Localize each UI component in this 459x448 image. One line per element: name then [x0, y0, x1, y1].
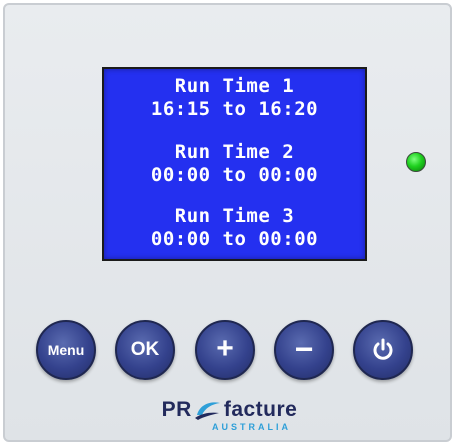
swoosh-icon [194, 401, 220, 420]
run-time-3-block: Run Time 3 00:00 to 00:00 [104, 205, 365, 251]
brand-logo: PR facture AUSTRALIA [0, 398, 459, 432]
menu-button[interactable]: Menu [36, 320, 96, 380]
plus-button-label: + [216, 332, 234, 365]
logo-prefix: PR [161, 398, 192, 421]
lcd-screen: Run Time 1 16:15 to 16:20 Run Time 2 00:… [102, 67, 367, 261]
run-time-2-range: 00:00 to 00:00 [150, 164, 319, 186]
plus-button[interactable]: + [195, 320, 255, 380]
run-time-2-block: Run Time 2 00:00 to 00:00 [104, 141, 365, 187]
menu-button-label: Menu [47, 342, 85, 358]
minus-button-label: − [294, 330, 314, 367]
minus-button[interactable]: − [274, 320, 334, 380]
logo-suffix: facture [223, 398, 298, 421]
run-time-3-range: 00:00 to 00:00 [150, 228, 319, 250]
logo-subtitle: AUSTRALIA [212, 422, 291, 432]
run-time-1-title: Run Time 1 [174, 75, 295, 97]
power-icon [373, 338, 393, 360]
ok-button[interactable]: OK [115, 320, 175, 380]
ok-button-label: OK [130, 339, 160, 360]
run-time-3-title: Run Time 3 [174, 205, 295, 227]
run-time-2-title: Run Time 2 [174, 141, 295, 163]
run-time-1-range: 16:15 to 16:20 [150, 98, 319, 120]
status-led-icon [406, 152, 426, 172]
power-button[interactable] [353, 320, 413, 380]
run-time-1-block: Run Time 1 16:15 to 16:20 [104, 75, 365, 121]
